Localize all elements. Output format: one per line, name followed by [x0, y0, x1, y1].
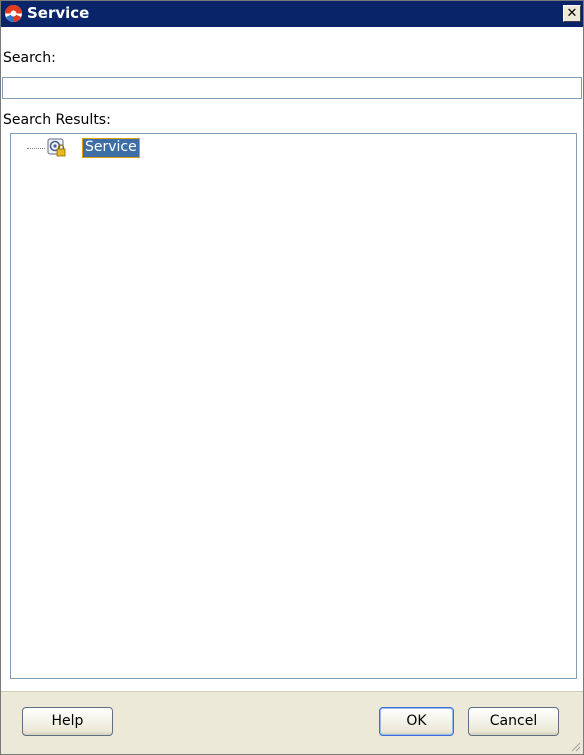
tree-connector — [27, 148, 45, 149]
close-button[interactable]: ✕ — [563, 5, 581, 22]
ok-button[interactable]: OK — [379, 707, 454, 736]
button-bar: Help OK Cancel — [1, 691, 583, 754]
service-lock-icon — [47, 138, 66, 157]
service-dialog: Service ✕ Search: Search Results: Servic… — [0, 0, 584, 755]
close-icon: ✕ — [566, 6, 578, 21]
dialog-content: Search: Search Results: Service — [1, 27, 583, 721]
search-results-label: Search Results: — [3, 112, 111, 128]
tree-item-service[interactable]: Service — [82, 138, 140, 158]
resize-grip-icon[interactable] — [569, 740, 581, 752]
app-logo-icon — [5, 5, 22, 22]
search-label: Search: — [3, 50, 56, 66]
search-input[interactable] — [2, 77, 582, 99]
window-title: Service — [27, 4, 90, 22]
search-results-tree[interactable]: Service — [10, 133, 577, 679]
cancel-button[interactable]: Cancel — [468, 707, 559, 736]
title-bar[interactable]: Service ✕ — [1, 1, 583, 27]
help-button[interactable]: Help — [22, 707, 113, 736]
